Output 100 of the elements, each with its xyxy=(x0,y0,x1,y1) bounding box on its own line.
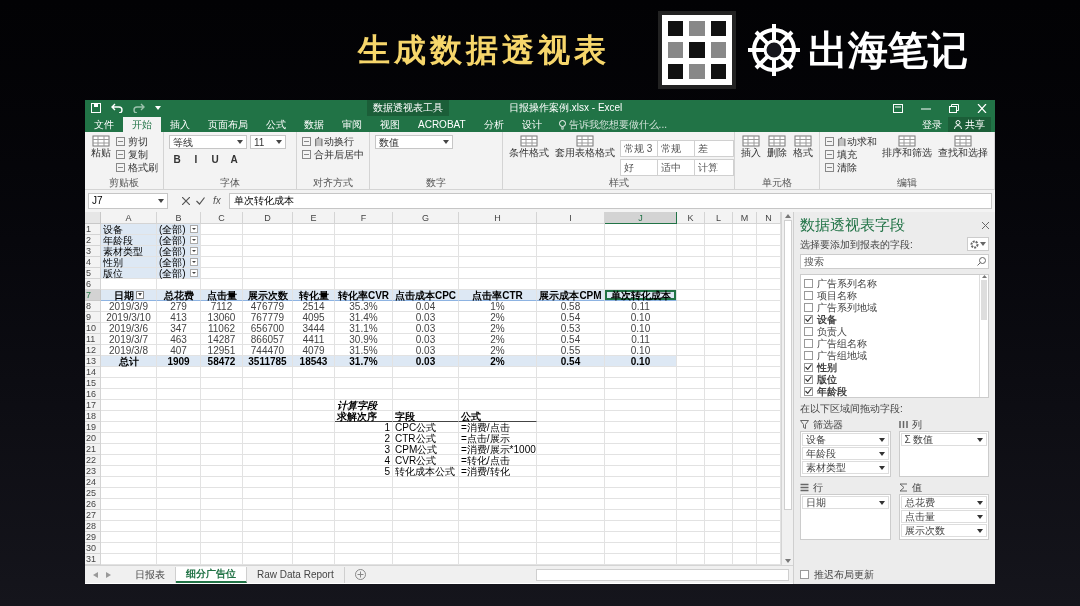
empty-cell[interactable] xyxy=(243,389,293,400)
empty-cell[interactable] xyxy=(393,499,459,510)
empty-cell[interactable] xyxy=(677,411,705,422)
empty-cell[interactable] xyxy=(705,488,733,499)
area-field-button[interactable]: 总花费 xyxy=(900,496,987,509)
empty-cell[interactable] xyxy=(201,532,243,543)
empty-cell[interactable] xyxy=(335,499,393,510)
empty-cell[interactable] xyxy=(733,290,757,301)
empty-cell[interactable] xyxy=(677,257,705,268)
empty-cell[interactable] xyxy=(243,246,293,257)
empty-cell[interactable] xyxy=(537,444,605,455)
empty-cell[interactable] xyxy=(705,235,733,246)
empty-cell[interactable] xyxy=(733,301,757,312)
tell-me-field[interactable]: 告诉我您想要做什么... xyxy=(568,119,699,130)
empty-cell[interactable] xyxy=(705,477,733,488)
format-button[interactable]: A xyxy=(226,152,242,166)
empty-cell[interactable] xyxy=(201,433,243,444)
empty-cell[interactable] xyxy=(733,323,757,334)
share-button[interactable]: 共享 xyxy=(948,117,991,132)
cancel-icon[interactable] xyxy=(182,197,190,205)
empty-cell[interactable] xyxy=(537,499,605,510)
sheet-tab[interactable]: Raw Data Report xyxy=(247,566,345,583)
empty-cell[interactable] xyxy=(201,378,243,389)
empty-cell[interactable] xyxy=(733,543,757,554)
empty-cell[interactable] xyxy=(335,543,393,554)
empty-cell[interactable] xyxy=(459,389,537,400)
empty-cell[interactable] xyxy=(459,543,537,554)
empty-cell[interactable] xyxy=(605,246,677,257)
empty-cell[interactable] xyxy=(393,521,459,532)
empty-cell[interactable] xyxy=(393,532,459,543)
empty-cell[interactable] xyxy=(705,279,733,290)
empty-cell[interactable] xyxy=(705,499,733,510)
empty-cell[interactable] xyxy=(201,367,243,378)
ribbon-tab[interactable]: 数据 xyxy=(295,117,333,132)
empty-cell[interactable] xyxy=(201,521,243,532)
sign-in-link[interactable]: 登录 xyxy=(916,117,948,132)
empty-cell[interactable] xyxy=(537,235,605,246)
empty-cell[interactable] xyxy=(705,334,733,345)
column-header[interactable]: B xyxy=(157,212,201,224)
empty-cell[interactable] xyxy=(605,224,677,235)
empty-cell[interactable] xyxy=(243,521,293,532)
empty-cell[interactable] xyxy=(677,312,705,323)
empty-cell[interactable] xyxy=(335,532,393,543)
row-number[interactable]: 27 xyxy=(85,510,101,521)
empty-cell[interactable] xyxy=(705,521,733,532)
column-header[interactable]: A xyxy=(101,212,157,224)
empty-cell[interactable] xyxy=(537,246,605,257)
empty-cell[interactable] xyxy=(705,345,733,356)
filter-dropdown-icon[interactable] xyxy=(135,291,144,299)
empty-cell[interactable] xyxy=(537,521,605,532)
dropdown-icon[interactable] xyxy=(190,225,198,233)
save-icon[interactable] xyxy=(91,103,101,113)
column-header[interactable]: G xyxy=(393,212,459,224)
area-field-button[interactable]: 设备 xyxy=(802,433,889,446)
empty-cell[interactable] xyxy=(459,400,537,411)
ribbon-tab[interactable]: 开始 xyxy=(123,117,161,132)
field-list-scrollbar[interactable] xyxy=(979,275,988,397)
empty-cell[interactable] xyxy=(705,290,733,301)
empty-cell[interactable] xyxy=(705,224,733,235)
empty-cell[interactable] xyxy=(243,510,293,521)
area-field-button[interactable]: 素材类型 xyxy=(802,461,889,474)
empty-cell[interactable] xyxy=(705,444,733,455)
ribbon-tab[interactable]: ACROBAT xyxy=(409,117,475,132)
empty-cell[interactable] xyxy=(243,433,293,444)
ribbon-tab[interactable]: 页面布局 xyxy=(199,117,257,132)
empty-cell[interactable] xyxy=(605,378,677,389)
previous-sheet-icon[interactable] xyxy=(93,571,98,578)
ribbon-button[interactable]: 格式刷 xyxy=(116,161,158,173)
empty-cell[interactable] xyxy=(677,389,705,400)
empty-cell[interactable] xyxy=(677,268,705,279)
ribbon-button[interactable]: 合并后居中 xyxy=(302,148,364,160)
empty-cell[interactable] xyxy=(605,455,677,466)
empty-cell[interactable] xyxy=(537,488,605,499)
empty-cell[interactable] xyxy=(537,268,605,279)
empty-cell[interactable] xyxy=(605,499,677,510)
empty-cell[interactable] xyxy=(705,543,733,554)
empty-cell[interactable] xyxy=(605,543,677,554)
empty-cell[interactable] xyxy=(293,224,335,235)
ribbon-button[interactable]: 粘贴 xyxy=(90,135,112,158)
empty-cell[interactable] xyxy=(157,433,201,444)
area-field-button[interactable]: 年龄段 xyxy=(802,447,889,460)
empty-cell[interactable] xyxy=(537,411,605,422)
empty-cell[interactable] xyxy=(335,521,393,532)
empty-cell[interactable] xyxy=(293,367,335,378)
empty-cell[interactable] xyxy=(293,235,335,246)
empty-cell[interactable] xyxy=(733,279,757,290)
empty-cell[interactable] xyxy=(293,422,335,433)
empty-cell[interactable] xyxy=(605,389,677,400)
empty-cell[interactable] xyxy=(243,411,293,422)
ribbon-button[interactable]: 剪切 xyxy=(116,135,158,147)
empty-cell[interactable] xyxy=(705,532,733,543)
cell-style-option[interactable]: 适中 xyxy=(657,159,697,176)
empty-cell[interactable] xyxy=(335,367,393,378)
undo-icon[interactable] xyxy=(111,103,123,113)
ribbon-button[interactable]: 格式 xyxy=(792,135,814,158)
empty-cell[interactable] xyxy=(157,389,201,400)
empty-cell[interactable] xyxy=(335,235,393,246)
cell-style-option[interactable]: 常规 xyxy=(657,140,697,157)
empty-cell[interactable] xyxy=(459,224,537,235)
empty-cell[interactable] xyxy=(393,224,459,235)
